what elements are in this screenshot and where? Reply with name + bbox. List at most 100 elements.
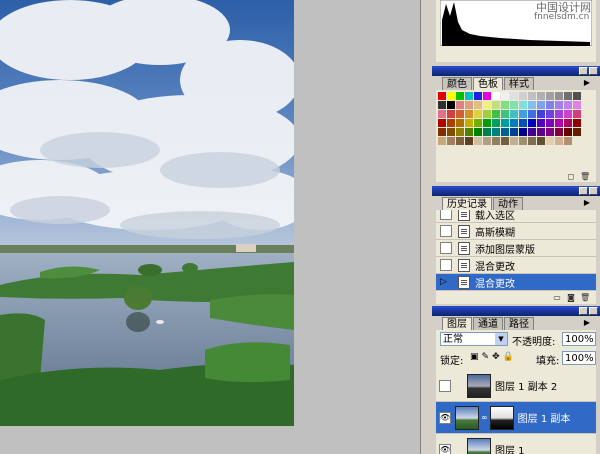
color-swatch[interactable] <box>546 137 555 146</box>
color-swatch[interactable] <box>447 110 456 119</box>
color-swatch[interactable] <box>501 101 510 110</box>
color-swatch[interactable] <box>474 92 483 101</box>
color-swatch[interactable] <box>438 137 447 146</box>
color-swatch[interactable] <box>555 137 564 146</box>
color-swatch[interactable] <box>510 92 519 101</box>
color-swatch[interactable] <box>474 137 483 146</box>
close-button[interactable] <box>589 187 598 195</box>
visibility-toggle[interactable] <box>439 379 451 392</box>
color-swatch[interactable] <box>456 92 465 101</box>
color-swatch[interactable] <box>564 101 573 110</box>
color-swatch[interactable] <box>465 92 474 101</box>
trash-icon[interactable]: 🗑 <box>580 293 590 302</box>
tab-layers[interactable]: 图层 <box>442 317 472 331</box>
tab-channels[interactable]: 通道 <box>473 317 503 331</box>
color-swatch[interactable] <box>573 101 582 110</box>
color-swatch[interactable] <box>447 119 456 128</box>
color-swatch[interactable] <box>528 119 537 128</box>
color-swatch[interactable] <box>528 92 537 101</box>
close-button[interactable] <box>589 307 598 315</box>
color-swatch[interactable] <box>537 110 546 119</box>
color-swatch[interactable] <box>483 137 492 146</box>
swatches-title-bar[interactable] <box>432 66 600 76</box>
color-swatch[interactable] <box>555 119 564 128</box>
minimize-button[interactable] <box>579 67 588 75</box>
color-swatch[interactable] <box>573 119 582 128</box>
color-swatch[interactable] <box>438 101 447 110</box>
history-item-selected[interactable]: ▷ 混合更改 <box>436 274 596 291</box>
color-swatch[interactable] <box>510 128 519 137</box>
color-swatch[interactable] <box>501 119 510 128</box>
color-swatch[interactable] <box>519 137 528 146</box>
lock-position-icon[interactable]: ✥ <box>492 351 500 363</box>
color-swatch[interactable] <box>483 128 492 137</box>
color-swatch[interactable] <box>474 119 483 128</box>
color-swatch[interactable] <box>438 128 447 137</box>
tab-color[interactable]: 颜色 <box>442 77 472 91</box>
color-swatch[interactable] <box>564 128 573 137</box>
color-swatch[interactable] <box>483 92 492 101</box>
layer-row[interactable]: 图层 1 副本 2 <box>436 370 596 402</box>
color-swatch[interactable] <box>447 92 456 101</box>
blend-mode-select[interactable]: 正常 ▼ <box>440 332 508 346</box>
color-swatch[interactable] <box>573 128 582 137</box>
color-swatch[interactable] <box>438 92 447 101</box>
history-brush-checkbox[interactable] <box>440 210 452 220</box>
minimize-button[interactable] <box>579 307 588 315</box>
color-swatch[interactable] <box>546 110 555 119</box>
history-title-bar[interactable] <box>432 186 600 196</box>
close-button[interactable] <box>589 67 598 75</box>
layer-row[interactable]: 👁 图层 1 <box>436 434 596 454</box>
color-swatch[interactable] <box>456 128 465 137</box>
color-swatch[interactable] <box>519 101 528 110</box>
color-swatch[interactable] <box>528 128 537 137</box>
color-swatch[interactable] <box>447 128 456 137</box>
color-swatch[interactable] <box>483 110 492 119</box>
lock-all-icon[interactable]: 🔒 <box>503 351 514 363</box>
color-swatch[interactable] <box>465 137 474 146</box>
color-swatch[interactable] <box>465 128 474 137</box>
tab-paths[interactable]: 路径 <box>504 317 534 331</box>
color-swatch[interactable] <box>501 137 510 146</box>
color-swatch[interactable] <box>447 137 456 146</box>
chain-link-icon[interactable]: ∞ <box>481 413 488 422</box>
color-swatch[interactable] <box>573 92 582 101</box>
color-swatch[interactable] <box>510 110 519 119</box>
color-swatch[interactable] <box>492 128 501 137</box>
color-swatch[interactable] <box>456 101 465 110</box>
color-swatch[interactable] <box>537 137 546 146</box>
color-swatch[interactable] <box>510 101 519 110</box>
color-swatch[interactable] <box>546 92 555 101</box>
color-swatch[interactable] <box>456 137 465 146</box>
history-item[interactable]: 载入选区 <box>436 210 596 223</box>
color-swatch[interactable] <box>492 92 501 101</box>
new-swatch-icon[interactable]: ◻ <box>566 172 576 181</box>
color-swatch[interactable] <box>474 101 483 110</box>
color-swatch[interactable] <box>465 110 474 119</box>
color-swatch[interactable] <box>501 110 510 119</box>
color-swatch[interactable] <box>501 92 510 101</box>
lock-image-icon[interactable]: ✎ <box>482 351 490 363</box>
color-swatch[interactable] <box>492 137 501 146</box>
layer-mask-thumbnail[interactable] <box>489 405 514 430</box>
panel-menu-icon[interactable]: ▶ <box>581 78 593 88</box>
color-swatch[interactable] <box>528 101 537 110</box>
color-swatch[interactable] <box>537 101 546 110</box>
document-canvas[interactable] <box>0 0 294 426</box>
tab-history[interactable]: 历史记录 <box>442 197 492 211</box>
color-swatch[interactable] <box>555 128 564 137</box>
history-brush-checkbox[interactable] <box>440 242 452 254</box>
color-swatch[interactable] <box>474 128 483 137</box>
color-swatch[interactable] <box>564 137 573 146</box>
color-swatch[interactable] <box>519 110 528 119</box>
color-swatch[interactable] <box>447 101 456 110</box>
fill-input[interactable]: 100% <box>562 351 596 365</box>
eye-icon[interactable]: 👁 <box>439 443 451 454</box>
color-swatch[interactable] <box>438 110 447 119</box>
swatch-grid[interactable] <box>438 92 582 146</box>
history-item[interactable]: 混合更改 <box>436 257 596 274</box>
history-item[interactable]: 添加图层蒙版 <box>436 240 596 257</box>
tab-swatches[interactable]: 色板 <box>473 77 503 91</box>
color-swatch[interactable] <box>555 101 564 110</box>
layer-row-selected[interactable]: 👁 ∞ 图层 1 副本 <box>436 402 596 434</box>
